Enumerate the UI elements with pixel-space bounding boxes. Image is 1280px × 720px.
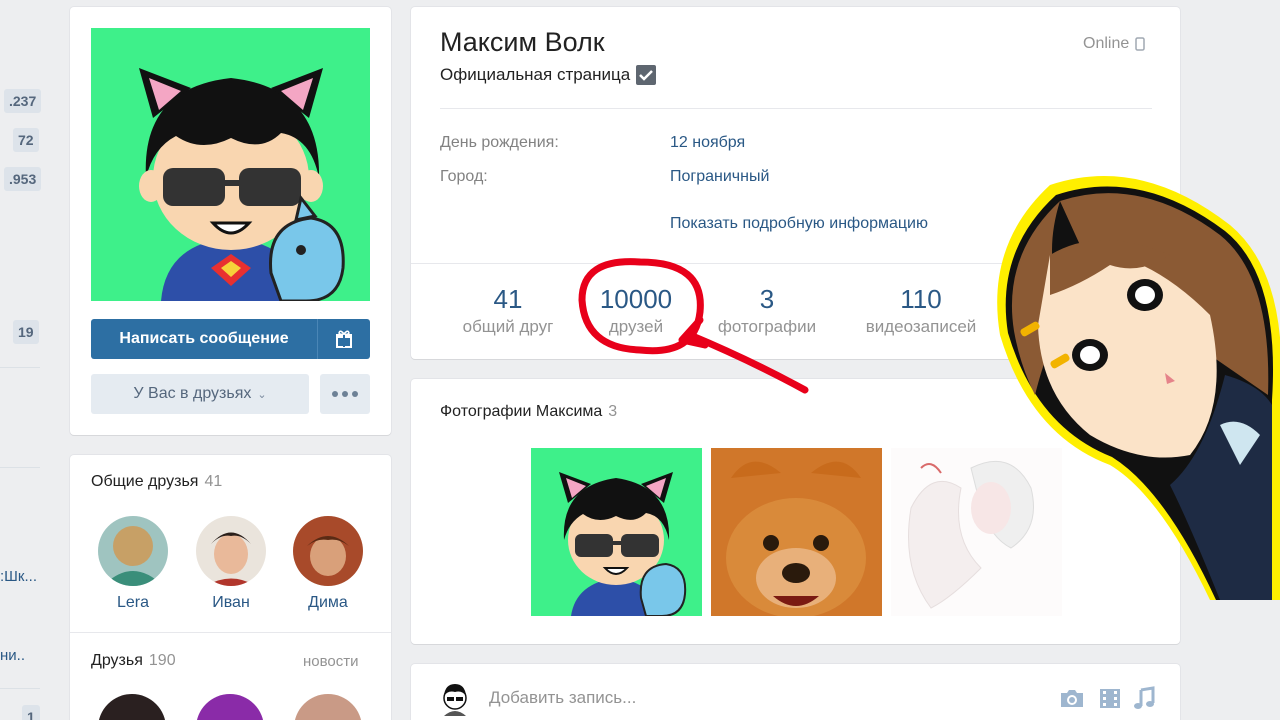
red-annotation-marker bbox=[578, 258, 809, 394]
